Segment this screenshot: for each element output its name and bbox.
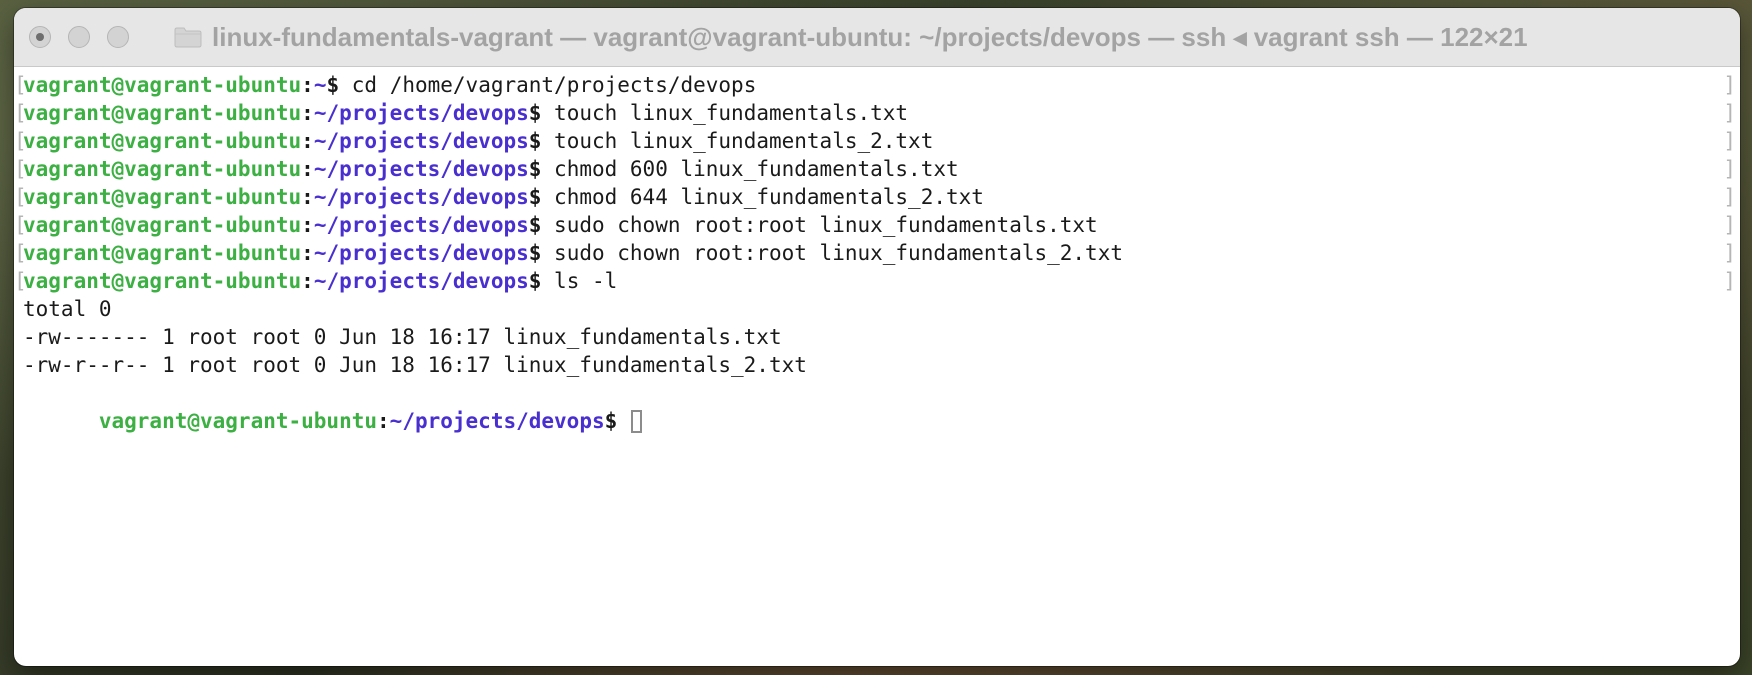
prompt-user: vagrant@vagrant-ubuntu — [23, 241, 302, 265]
prompt-dollar: $ — [528, 269, 542, 293]
prompt-line: [vagrant@vagrant-ubuntu:~/projects/devop… — [14, 183, 1740, 211]
line-marker-left: [ — [14, 157, 27, 181]
prompt-colon: : — [301, 73, 314, 97]
prompt-line: [vagrant@vagrant-ubuntu:~/projects/devop… — [14, 267, 1740, 295]
prompt-dollar: $ — [528, 185, 542, 209]
minimize-button[interactable] — [68, 26, 90, 48]
current-prompt-line[interactable]: vagrant@vagrant-ubuntu:~/projects/devops… — [14, 379, 1740, 433]
prompt-path: ~/projects/devops — [313, 129, 529, 153]
prompt-colon: : — [377, 409, 390, 433]
prompt-command: cd /home/vagrant/projects/devops — [339, 73, 757, 97]
line-marker-left: [ — [14, 213, 27, 237]
close-button[interactable] — [29, 26, 51, 48]
line-marker-right: ] — [1723, 213, 1736, 237]
prompt-dollar: $ — [604, 409, 618, 433]
output-line: -rw------- 1 root root 0 Jun 18 16:17 li… — [23, 325, 782, 349]
prompt-dollar: $ — [326, 73, 340, 97]
prompt-user: vagrant@vagrant-ubuntu — [23, 101, 302, 125]
title-bar[interactable]: linux-fundamentals-vagrant — vagrant@vag… — [14, 8, 1740, 67]
prompt-path: ~/projects/devops — [313, 157, 529, 181]
prompt-command: touch linux_fundamentals_2.txt — [541, 129, 934, 153]
prompt-user: vagrant@vagrant-ubuntu — [23, 73, 302, 97]
prompt-colon: : — [301, 241, 314, 265]
terminal-window: linux-fundamentals-vagrant — vagrant@vag… — [14, 8, 1740, 666]
prompt-line: [vagrant@vagrant-ubuntu:~/projects/devop… — [14, 127, 1740, 155]
prompt-path: ~/projects/devops — [389, 409, 605, 433]
prompt-line: [vagrant@vagrant-ubuntu:~$ cd /home/vagr… — [14, 71, 1740, 99]
prompt-path: ~/projects/devops — [313, 241, 529, 265]
prompt-user: vagrant@vagrant-ubuntu — [23, 157, 302, 181]
output-line: -rw-r--r-- 1 root root 0 Jun 18 16:17 li… — [23, 353, 807, 377]
window-controls — [14, 26, 129, 48]
line-marker-left: [ — [14, 73, 27, 97]
prompt-path: ~/projects/devops — [313, 101, 529, 125]
prompt-user: vagrant@vagrant-ubuntu — [23, 185, 302, 209]
line-marker-left: [ — [14, 101, 27, 125]
prompt-command — [617, 409, 630, 433]
line-marker-right: ] — [1723, 185, 1736, 209]
prompt-dollar: $ — [528, 101, 542, 125]
prompt-dollar: $ — [528, 213, 542, 237]
line-marker-left: [ — [14, 269, 27, 293]
line-marker-left: [ — [14, 185, 27, 209]
prompt-user: vagrant@vagrant-ubuntu — [23, 129, 302, 153]
prompt-command: ls -l — [541, 269, 618, 293]
prompt-user: vagrant@vagrant-ubuntu — [23, 269, 302, 293]
prompt-dollar: $ — [528, 241, 542, 265]
line-marker-right: ] — [1723, 101, 1736, 125]
prompt-line: [vagrant@vagrant-ubuntu:~/projects/devop… — [14, 155, 1740, 183]
prompt-colon: : — [301, 185, 314, 209]
prompt-path: ~ — [313, 73, 327, 97]
line-marker-right: ] — [1723, 129, 1736, 153]
prompt-colon: : — [301, 101, 314, 125]
prompt-path: ~/projects/devops — [313, 269, 529, 293]
terminal-content[interactable]: [vagrant@vagrant-ubuntu:~$ cd /home/vagr… — [14, 67, 1740, 433]
prompt-colon: : — [301, 129, 314, 153]
prompt-command: touch linux_fundamentals.txt — [541, 101, 909, 125]
prompt-colon: : — [301, 213, 314, 237]
prompt-colon: : — [301, 157, 314, 181]
prompt-line: [vagrant@vagrant-ubuntu:~/projects/devop… — [14, 239, 1740, 267]
prompt-command: chmod 600 linux_fundamentals.txt — [541, 157, 959, 181]
prompt-line: [vagrant@vagrant-ubuntu:~/projects/devop… — [14, 211, 1740, 239]
prompt-command: sudo chown root:root linux_fundamentals.… — [541, 213, 1098, 237]
zoom-button[interactable] — [107, 26, 129, 48]
line-marker-left: [ — [14, 129, 27, 153]
text-cursor — [630, 410, 642, 433]
line-marker-right: ] — [1723, 73, 1736, 97]
line-marker-right: ] — [1723, 269, 1736, 293]
prompt-line: [vagrant@vagrant-ubuntu:~/projects/devop… — [14, 99, 1740, 127]
prompt-user: vagrant@vagrant-ubuntu — [98, 409, 378, 433]
prompt-user: vagrant@vagrant-ubuntu — [23, 213, 302, 237]
line-marker-right: ] — [1723, 241, 1736, 265]
prompt-dollar: $ — [528, 157, 542, 181]
prompt-colon: : — [301, 269, 314, 293]
window-title: linux-fundamentals-vagrant — vagrant@vag… — [212, 21, 1528, 52]
line-marker-left: [ — [14, 241, 27, 265]
folder-icon — [174, 26, 202, 48]
window-title-area: linux-fundamentals-vagrant — vagrant@vag… — [174, 8, 1720, 66]
prompt-path: ~/projects/devops — [313, 185, 529, 209]
prompt-path: ~/projects/devops — [313, 213, 529, 237]
prompt-command: chmod 644 linux_fundamentals_2.txt — [541, 185, 984, 209]
prompt-command: sudo chown root:root linux_fundamentals_… — [541, 241, 1123, 265]
output-line: total 0 — [23, 297, 112, 321]
line-marker-right: ] — [1723, 157, 1736, 181]
close-dot-icon — [36, 33, 44, 41]
prompt-dollar: $ — [528, 129, 542, 153]
